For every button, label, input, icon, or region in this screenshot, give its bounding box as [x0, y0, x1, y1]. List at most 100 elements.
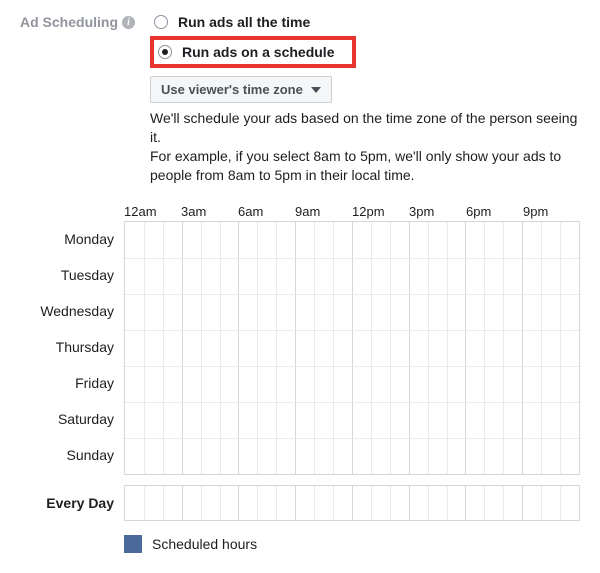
- grid-cell[interactable]: [333, 259, 352, 294]
- info-icon[interactable]: i: [122, 16, 135, 29]
- grid-cell[interactable]: [465, 259, 484, 294]
- grid-cell[interactable]: [220, 259, 239, 294]
- grid-cell[interactable]: [390, 331, 409, 366]
- grid-row[interactable]: [125, 258, 579, 294]
- grid-cell[interactable]: [447, 486, 466, 520]
- grid-cell[interactable]: [144, 367, 163, 402]
- grid-cell[interactable]: [560, 367, 579, 402]
- grid-cell[interactable]: [314, 439, 333, 474]
- schedule-grid[interactable]: [124, 221, 580, 475]
- grid-cell[interactable]: [201, 439, 220, 474]
- grid-cell[interactable]: [314, 259, 333, 294]
- grid-cell[interactable]: [220, 486, 239, 520]
- grid-cell[interactable]: [201, 486, 220, 520]
- grid-cell[interactable]: [163, 295, 182, 330]
- grid-cell[interactable]: [428, 259, 447, 294]
- grid-cell[interactable]: [352, 295, 371, 330]
- radio-run-on-schedule[interactable]: Run ads on a schedule: [158, 44, 334, 60]
- grid-cell[interactable]: [144, 403, 163, 438]
- grid-cell[interactable]: [257, 222, 276, 258]
- grid-cell[interactable]: [409, 222, 428, 258]
- grid-cell[interactable]: [409, 331, 428, 366]
- grid-cell[interactable]: [295, 295, 314, 330]
- grid-cell[interactable]: [276, 486, 295, 520]
- grid-cell[interactable]: [182, 331, 201, 366]
- grid-cell[interactable]: [201, 222, 220, 258]
- grid-cell[interactable]: [390, 222, 409, 258]
- grid-cell[interactable]: [371, 367, 390, 402]
- grid-cell[interactable]: [333, 222, 352, 258]
- grid-cell[interactable]: [295, 331, 314, 366]
- grid-cell[interactable]: [541, 331, 560, 366]
- grid-cell[interactable]: [333, 331, 352, 366]
- grid-cell[interactable]: [333, 486, 352, 520]
- grid-cell[interactable]: [125, 259, 144, 294]
- grid-cell[interactable]: [144, 259, 163, 294]
- grid-cell[interactable]: [428, 295, 447, 330]
- grid-cell[interactable]: [182, 403, 201, 438]
- grid-cell[interactable]: [484, 367, 503, 402]
- grid-cell[interactable]: [428, 486, 447, 520]
- grid-cell[interactable]: [465, 295, 484, 330]
- grid-row[interactable]: [125, 294, 579, 330]
- grid-cell[interactable]: [541, 295, 560, 330]
- grid-cell[interactable]: [522, 439, 541, 474]
- grid-cell[interactable]: [257, 331, 276, 366]
- grid-cell[interactable]: [238, 486, 257, 520]
- grid-cell[interactable]: [503, 367, 522, 402]
- grid-cell[interactable]: [409, 259, 428, 294]
- grid-cell[interactable]: [257, 439, 276, 474]
- grid-cell[interactable]: [447, 331, 466, 366]
- grid-cell[interactable]: [390, 295, 409, 330]
- grid-cell[interactable]: [125, 331, 144, 366]
- grid-cell[interactable]: [276, 403, 295, 438]
- timezone-dropdown[interactable]: Use viewer's time zone: [150, 76, 332, 103]
- radio-run-all-time[interactable]: Run ads all the time: [150, 12, 580, 32]
- grid-cell[interactable]: [144, 331, 163, 366]
- grid-cell[interactable]: [333, 403, 352, 438]
- grid-cell[interactable]: [409, 367, 428, 402]
- grid-cell[interactable]: [333, 367, 352, 402]
- grid-cell[interactable]: [276, 295, 295, 330]
- grid-cell[interactable]: [390, 367, 409, 402]
- grid-cell[interactable]: [522, 259, 541, 294]
- grid-cell[interactable]: [503, 259, 522, 294]
- grid-cell[interactable]: [163, 367, 182, 402]
- grid-cell[interactable]: [541, 367, 560, 402]
- grid-cell[interactable]: [276, 222, 295, 258]
- grid-cell[interactable]: [276, 439, 295, 474]
- grid-cell[interactable]: [257, 403, 276, 438]
- grid-cell[interactable]: [371, 295, 390, 330]
- grid-cell[interactable]: [484, 403, 503, 438]
- grid-cell[interactable]: [238, 439, 257, 474]
- grid-cell[interactable]: [295, 403, 314, 438]
- grid-cell[interactable]: [201, 259, 220, 294]
- grid-cell[interactable]: [314, 486, 333, 520]
- grid-cell[interactable]: [541, 439, 560, 474]
- grid-cell[interactable]: [333, 295, 352, 330]
- grid-cell[interactable]: [257, 367, 276, 402]
- grid-cell[interactable]: [238, 367, 257, 402]
- grid-cell[interactable]: [503, 295, 522, 330]
- grid-cell[interactable]: [314, 222, 333, 258]
- grid-cell[interactable]: [295, 439, 314, 474]
- grid-cell[interactable]: [314, 331, 333, 366]
- grid-cell[interactable]: [352, 439, 371, 474]
- grid-cell[interactable]: [447, 259, 466, 294]
- grid-cell[interactable]: [390, 259, 409, 294]
- grid-cell[interactable]: [522, 367, 541, 402]
- grid-cell[interactable]: [428, 331, 447, 366]
- grid-cell[interactable]: [484, 295, 503, 330]
- grid-cell[interactable]: [371, 486, 390, 520]
- grid-cell[interactable]: [390, 486, 409, 520]
- grid-cell[interactable]: [409, 403, 428, 438]
- grid-cell[interactable]: [409, 486, 428, 520]
- grid-cell[interactable]: [163, 222, 182, 258]
- grid-cell[interactable]: [484, 439, 503, 474]
- grid-cell[interactable]: [465, 367, 484, 402]
- grid-cell[interactable]: [125, 222, 144, 258]
- grid-cell[interactable]: [465, 331, 484, 366]
- grid-cell[interactable]: [125, 403, 144, 438]
- grid-cell[interactable]: [503, 486, 522, 520]
- grid-cell[interactable]: [295, 259, 314, 294]
